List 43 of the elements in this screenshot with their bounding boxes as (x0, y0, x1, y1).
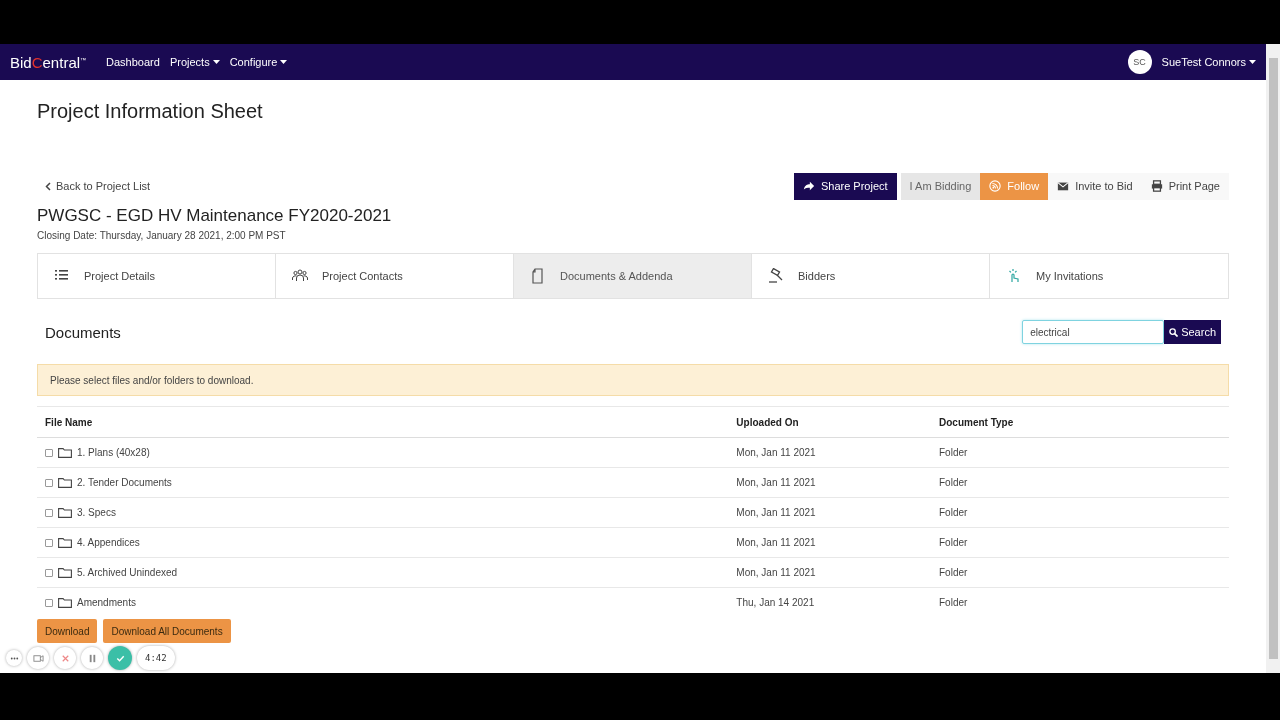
file-name[interactable]: 2. Tender Documents (77, 477, 172, 488)
nav-link[interactable]: Dashboard (106, 56, 160, 68)
search-button[interactable]: Search (1164, 320, 1221, 344)
invite-button[interactable]: Invite to Bid (1048, 172, 1142, 200)
table-cell: Mon, Jan 11 2021 (728, 497, 931, 528)
section-heading: Documents (45, 323, 121, 341)
table-cell: Folder (931, 587, 1229, 617)
print-button[interactable]: Print Page (1141, 172, 1229, 200)
file-name[interactable]: Amendments (77, 597, 136, 608)
nav-link[interactable]: Configure (229, 56, 288, 68)
table-cell: Folder (931, 557, 1229, 588)
file-name[interactable]: 1. Plans (40x28) (77, 447, 150, 458)
table-cell: Mon, Jan 11 2021 (728, 557, 931, 588)
column-header: File Name (37, 406, 729, 438)
user-avatar[interactable]: SC (1127, 50, 1152, 74)
search-field[interactable]: electrical (1022, 320, 1165, 344)
table-cell: Mon, Jan 11 2021 (728, 467, 931, 498)
recording-timer: 4:42 (137, 646, 175, 670)
table-cell: Thu, Jan 14 2021 (728, 587, 931, 617)
alert-message: Please select files and/or folders to download. (37, 364, 1229, 396)
download-button[interactable]: Download All Documents (103, 619, 231, 643)
user-menu[interactable]: SueTest Connors (1161, 56, 1256, 68)
table-cell: Folder (931, 527, 1229, 558)
bidding-button[interactable]: I Am Bidding (900, 172, 981, 200)
project-title: PWGSC - EGD HV Maintenance FY2020-2021 (37, 206, 393, 226)
share-button[interactable]: Share Project (793, 172, 897, 200)
file-name[interactable]: 4. Appendices (77, 537, 140, 548)
column-header: Document Type (931, 406, 1229, 438)
file-name[interactable]: 5. Archived Unindexed (77, 567, 178, 578)
table-cell: Folder (931, 437, 1229, 468)
nav-link[interactable]: Projects (169, 56, 220, 68)
back-link[interactable]: Back to Project List (45, 180, 151, 192)
table-cell: Mon, Jan 11 2021 (728, 437, 931, 468)
column-header: Uploaded On (728, 406, 931, 438)
tab[interactable]: Documents & Addenda (514, 254, 752, 298)
table-cell: Mon, Jan 11 2021 (728, 527, 931, 558)
table-cell: Folder (931, 467, 1229, 498)
file-name[interactable]: 3. Specs (77, 507, 116, 518)
table-cell: Folder (931, 497, 1229, 528)
closing-date: Closing Date: Thursday, January 28 2021, 2:00 PM PST (37, 230, 287, 241)
page-title: Project Information Sheet (37, 100, 264, 124)
logo[interactable]: BidCentral$^{™}$ (10, 53, 87, 71)
download-button[interactable]: Download (37, 619, 98, 643)
